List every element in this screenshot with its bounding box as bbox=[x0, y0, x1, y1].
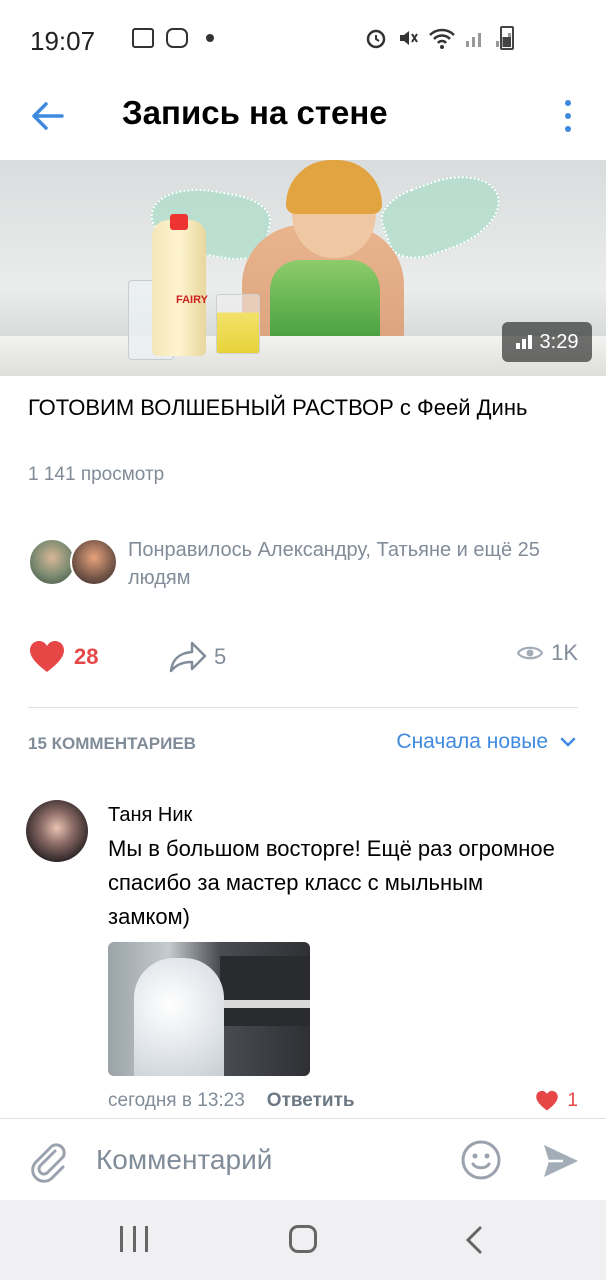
app-header: Запись на стене bbox=[0, 80, 606, 160]
send-icon bbox=[544, 1145, 578, 1177]
battery-icon bbox=[500, 26, 514, 50]
home-button[interactable] bbox=[289, 1225, 317, 1253]
divider bbox=[28, 707, 578, 708]
video-title[interactable]: ГОТОВИМ ВОЛШЕБНЫЙ РАСТВОР с Феей Динь bbox=[28, 390, 568, 426]
more-options-button[interactable] bbox=[558, 94, 578, 138]
video-duration: 3:29 bbox=[539, 330, 579, 353]
comment-time: сегодня в 13:23 bbox=[108, 1090, 245, 1111]
glass bbox=[216, 294, 260, 354]
dot-icon bbox=[565, 113, 571, 119]
eye-icon bbox=[517, 646, 544, 660]
sort-label: Сначала новые bbox=[396, 730, 548, 753]
dot-icon bbox=[565, 126, 571, 132]
paperclip-icon bbox=[31, 1143, 66, 1183]
wifi-icon bbox=[429, 28, 455, 49]
comment-author[interactable]: Таня Ник bbox=[108, 804, 192, 827]
comments-count: 15 КОММЕНТАРИЕВ bbox=[28, 734, 196, 753]
chevron-left-icon bbox=[465, 1226, 482, 1254]
chevron-down-icon bbox=[560, 737, 576, 747]
video-views: 1 141 просмотр bbox=[28, 464, 165, 485]
comment-meta: сегодня в 13:23 Ответить bbox=[108, 1090, 355, 1112]
comment-text: Мы в большом восторге! Ещё раз огромное … bbox=[108, 836, 555, 929]
instagram-icon bbox=[166, 28, 188, 48]
alarm-icon bbox=[366, 29, 386, 49]
comment-composer bbox=[0, 1118, 606, 1200]
emoji-button[interactable] bbox=[460, 1139, 502, 1181]
avatar bbox=[28, 538, 76, 586]
avatar[interactable] bbox=[26, 800, 88, 862]
heart-icon bbox=[30, 641, 64, 672]
back-button[interactable] bbox=[28, 96, 68, 136]
share-icon bbox=[169, 641, 207, 673]
bottle-label: FAIRY bbox=[176, 294, 208, 306]
photo-background bbox=[220, 956, 310, 1026]
bottle-cap bbox=[170, 214, 188, 230]
comment-like-count: 1 bbox=[567, 1090, 578, 1111]
system-icons bbox=[364, 26, 516, 50]
signal-icon bbox=[466, 33, 481, 47]
like-count: 28 bbox=[74, 644, 99, 669]
photo-counter bbox=[220, 1000, 310, 1008]
avatar bbox=[70, 538, 118, 586]
gallery-icon bbox=[132, 28, 154, 48]
person-hair bbox=[286, 160, 382, 214]
detergent-bottle bbox=[152, 220, 206, 356]
recent-apps-button[interactable] bbox=[120, 1226, 148, 1252]
send-button[interactable] bbox=[540, 1141, 580, 1181]
likers-text: Понравилось Александру, Татьяне и ещё 25… bbox=[128, 539, 540, 589]
views-count: 1K bbox=[551, 640, 578, 665]
page-title: Запись на стене bbox=[122, 94, 388, 131]
system-back-button[interactable] bbox=[462, 1224, 486, 1256]
likers-row[interactable]: Понравилось Александру, Татьяне и ещё 25… bbox=[28, 536, 588, 592]
status-bar: 19:07 bbox=[0, 0, 606, 80]
reply-button[interactable]: Ответить bbox=[267, 1090, 355, 1112]
share-button[interactable]: 5 bbox=[168, 640, 226, 674]
sort-comments-button[interactable]: Сначала новые bbox=[396, 730, 576, 754]
photo-subject bbox=[134, 958, 224, 1076]
dot-icon bbox=[565, 100, 571, 106]
post-actions: 28 5 1K bbox=[0, 640, 606, 680]
arrow-left-icon bbox=[32, 102, 64, 130]
like-button[interactable]: 28 bbox=[28, 640, 98, 674]
views-counter: 1K bbox=[517, 640, 578, 666]
comment-input[interactable] bbox=[96, 1137, 436, 1183]
comments-header: 15 КОММЕНТАРИЕВ Сначала новые bbox=[0, 726, 606, 762]
status-time: 19:07 bbox=[30, 26, 96, 56]
duration-badge: 3:29 bbox=[502, 322, 592, 362]
system-nav-bar bbox=[0, 1200, 606, 1280]
bars-icon bbox=[515, 335, 532, 349]
attach-button[interactable] bbox=[28, 1139, 68, 1183]
smile-icon bbox=[461, 1140, 501, 1180]
comment-item: Таня Ник Мы в большом восторге! Ещё раз … bbox=[0, 796, 606, 1116]
more-notifications-icon bbox=[206, 34, 214, 42]
mute-icon bbox=[400, 31, 418, 45]
share-count: 5 bbox=[214, 644, 227, 669]
video-thumbnail[interactable]: FAIRY 3:29 bbox=[0, 160, 606, 376]
notification-icons bbox=[132, 28, 214, 48]
comment-like-button[interactable]: 1 bbox=[535, 1090, 578, 1112]
heart-icon bbox=[536, 1090, 559, 1111]
comment-photo[interactable] bbox=[108, 942, 310, 1076]
